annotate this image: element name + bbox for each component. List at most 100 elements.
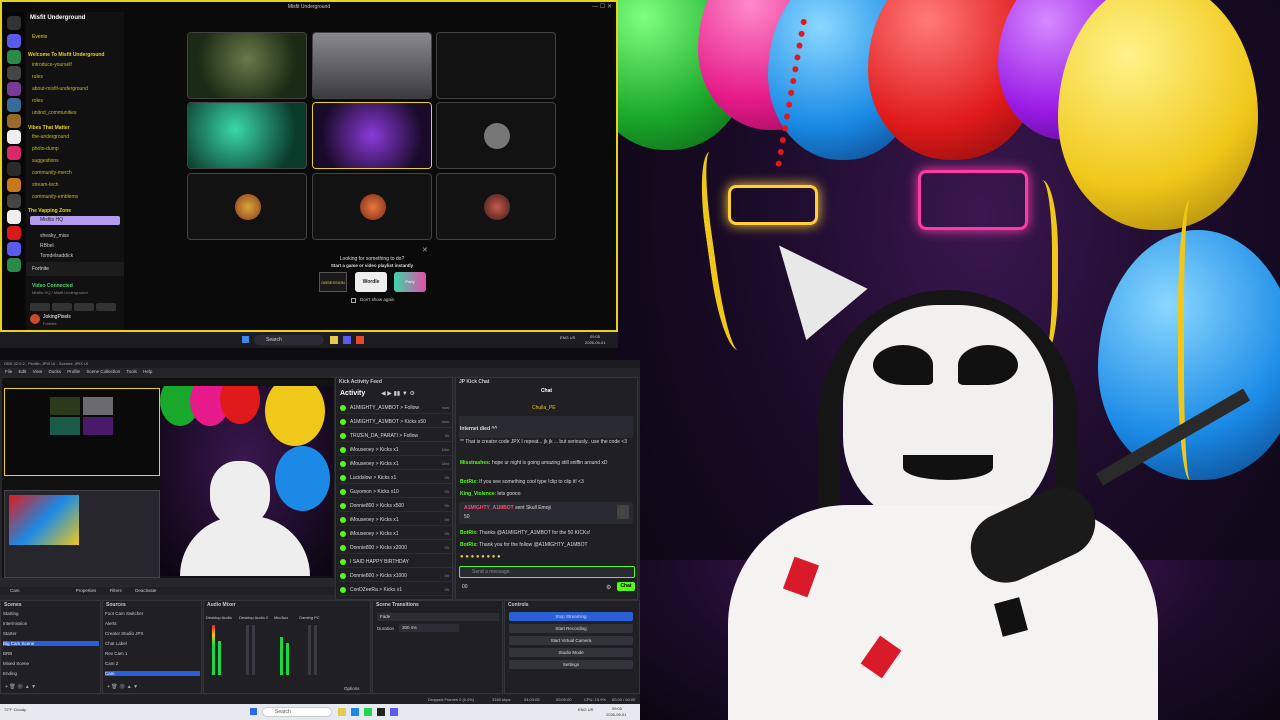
weather-widget[interactable]: 72°F Cloudy xyxy=(4,707,26,712)
chat-settings-icon[interactable]: ⚙ xyxy=(606,584,611,591)
game-tile-3[interactable]: Party xyxy=(394,272,426,292)
filters-button[interactable]: Filters xyxy=(110,588,122,593)
menu-scene-collection[interactable]: Scene Collection xyxy=(86,368,120,376)
language-indicator[interactable]: ENG US xyxy=(578,707,593,712)
category-vapping-zone[interactable]: The Vapping Zone xyxy=(28,208,71,214)
obs-taskbar-icon[interactable] xyxy=(377,708,385,716)
source-item[interactable]: Chat Label xyxy=(105,641,200,646)
server-icon-9[interactable] xyxy=(7,162,21,176)
scene-item[interactable]: Intermission xyxy=(3,621,99,626)
menu-file[interactable]: File xyxy=(5,368,12,376)
channel-rules[interactable]: rules xyxy=(32,74,43,80)
channel-the-underground[interactable]: the-underground xyxy=(32,134,69,140)
source-item[interactable]: Rev Cam 1 xyxy=(105,651,200,656)
transition-select[interactable]: Fade xyxy=(377,613,499,621)
feed-row[interactable]: iMouseoey > Kicks x1 18m xyxy=(338,444,452,456)
server-icon-14[interactable] xyxy=(7,242,21,256)
gift-user[interactable]: A1MIGHTY_A1MBOT xyxy=(464,505,514,511)
clock-date[interactable]: 2026-06-01 xyxy=(606,712,626,717)
source-add-remove[interactable]: + 🗑 ⚙ ▲ ▼ xyxy=(107,684,138,690)
video-tile-8[interactable] xyxy=(312,173,432,240)
channel-communities[interactable]: unitod_communities xyxy=(32,110,76,116)
clock-date[interactable]: 2026-06-01 xyxy=(585,340,605,345)
category-vibes[interactable]: Vibes That Matter xyxy=(28,125,70,131)
chat-input[interactable]: Send a message xyxy=(459,566,635,578)
scene-item[interactable]: Ending xyxy=(3,671,99,676)
home-icon[interactable] xyxy=(7,16,21,30)
feed-row[interactable]: TRIZEN_DA_PARATI > Follow 5s xyxy=(338,430,452,442)
menu-docks[interactable]: Docks xyxy=(49,368,62,376)
voice-user-1[interactable]: Misfits HQ xyxy=(40,217,63,223)
source-item[interactable]: Creator Studio JPX xyxy=(105,631,200,636)
video-tile-4[interactable] xyxy=(187,102,307,169)
scene-add-remove[interactable]: + 🗑 ⚙ ▲ ▼ xyxy=(5,684,36,690)
feed-row[interactable]: iMouseoey > Kicks x1 5h xyxy=(338,514,452,526)
scene-item[interactable]: BRB xyxy=(3,651,99,656)
channel-roles[interactable]: roles xyxy=(32,98,43,104)
feed-row[interactable]: A1MIGHTY_A1MBOT > Kicks x50 now xyxy=(338,416,452,428)
windows-start-icon[interactable] xyxy=(250,708,257,715)
voice-user-2[interactable]: sheaky_miss xyxy=(40,233,69,239)
channel-points[interactable]: 00 xyxy=(462,584,468,590)
edge-icon[interactable] xyxy=(351,708,359,716)
browser-taskbar-icon[interactable] xyxy=(356,336,364,344)
scene-item[interactable]: Starting xyxy=(3,611,99,616)
source-item[interactable]: Cam 2 xyxy=(105,661,200,666)
source-item[interactable]: Foot Cam Switcher xyxy=(105,611,200,616)
stop-streaming-button[interactable]: Stop Streaming xyxy=(509,612,633,621)
events-link[interactable]: Events xyxy=(32,34,47,40)
channel-photo-dump[interactable]: photo-dump xyxy=(32,146,59,152)
discord-taskbar-icon[interactable] xyxy=(390,708,398,716)
menu-edit[interactable]: Edit xyxy=(19,368,27,376)
video-tile-7[interactable] xyxy=(187,173,307,240)
file-explorer-icon[interactable] xyxy=(330,336,338,344)
discord-taskbar-icon[interactable] xyxy=(343,336,351,344)
server-icon-15[interactable] xyxy=(7,258,21,272)
feed-row[interactable]: A1MIGHTY_A1MBOT > Follow now xyxy=(338,402,452,414)
feed-tab-activity[interactable]: Activity xyxy=(340,390,365,397)
obs-preview[interactable] xyxy=(2,378,334,578)
user-name[interactable]: JokingPixels xyxy=(43,314,71,320)
voice-user-4[interactable]: Tomdelsaddick xyxy=(40,253,73,259)
server-icon-7[interactable] xyxy=(7,130,21,144)
feed-row[interactable]: Donnie800 > Kicks x500 5h xyxy=(338,500,452,512)
server-icon-8[interactable] xyxy=(7,146,21,160)
menu-view[interactable]: View xyxy=(33,368,43,376)
close-icon[interactable]: ✕ xyxy=(422,246,428,254)
video-tile-3[interactable] xyxy=(436,32,556,99)
chat-username[interactable]: BotRix: xyxy=(460,479,478,485)
category-welcome[interactable]: Welcome To Misfit Underground xyxy=(28,52,104,58)
soundboard-button[interactable] xyxy=(96,303,116,311)
server-icon-11[interactable] xyxy=(7,194,21,208)
chat-username[interactable]: BotRix: xyxy=(460,542,478,548)
properties-button[interactable]: Properties xyxy=(76,588,97,593)
feed-row[interactable]: Lucidslow > Kicks x1 5h xyxy=(338,472,452,484)
channel-about[interactable]: about-misfit-underground xyxy=(32,86,88,92)
activities-button[interactable] xyxy=(74,303,94,311)
file-explorer-icon[interactable] xyxy=(338,708,346,716)
screenshare-button[interactable] xyxy=(52,303,72,311)
video-tile-6[interactable] xyxy=(436,102,556,169)
server-icon-4[interactable] xyxy=(7,82,21,96)
window-controls[interactable]: — ☐ ✕ xyxy=(592,3,612,10)
menu-help[interactable]: Help xyxy=(143,368,152,376)
server-icon-6[interactable] xyxy=(7,114,21,128)
settings-button[interactable]: Settings xyxy=(509,660,633,669)
game-tile-2[interactable]: Wordle xyxy=(355,272,387,292)
menu-tools[interactable]: Tools xyxy=(126,368,137,376)
feed-media-controls[interactable]: ◀ ▶ ▮▮ ▼ ⚙ xyxy=(381,390,415,397)
language-indicator[interactable]: ENG US xyxy=(560,335,575,340)
feed-row[interactable]: Donnie800 > Kicks x2000 5h xyxy=(338,542,452,554)
chat-username[interactable]: Misstrashes: xyxy=(460,460,491,466)
server-icon-2[interactable] xyxy=(7,50,21,64)
windows-start-icon[interactable] xyxy=(242,336,249,343)
server-icon-1[interactable] xyxy=(7,34,21,48)
server-name[interactable]: Misfit Underground xyxy=(30,15,85,21)
channel-suggestions[interactable]: suggestions xyxy=(32,158,59,164)
video-tile-2[interactable] xyxy=(312,32,432,99)
camera-button[interactable] xyxy=(30,303,50,311)
chat-username[interactable]: King_Violence: xyxy=(460,491,496,497)
video-tile-5-speaking[interactable] xyxy=(312,102,432,169)
taskbar-search[interactable]: Search xyxy=(262,707,332,717)
duration-input[interactable]: 300 ms xyxy=(399,624,459,632)
